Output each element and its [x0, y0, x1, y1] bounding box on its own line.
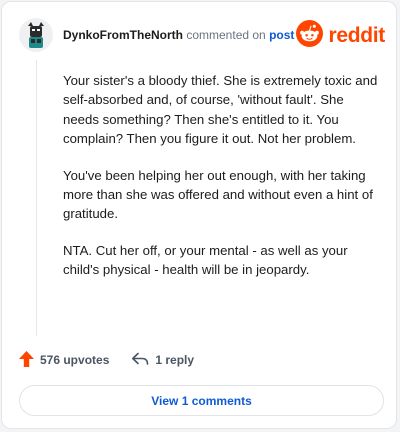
avatar[interactable]: [19, 18, 53, 52]
reply-count: 1 reply: [155, 353, 195, 367]
comment-paragraph: You've been helping her out enough, with…: [63, 167, 373, 222]
post-link[interactable]: post: [269, 28, 294, 42]
comment-card: DynkoFromTheNorth commented on post redd…: [1, 1, 397, 429]
username-link[interactable]: DynkoFromTheNorth: [63, 28, 183, 42]
comment-actions: 576 upvotes 1 reply: [19, 350, 194, 370]
thread-line: [36, 60, 37, 336]
upvote-count: 576 upvotes: [40, 353, 110, 367]
comment-header: DynkoFromTheNorth commented on post redd…: [19, 18, 385, 54]
comment-body: Your sister's a bloody thief. She is ext…: [63, 71, 379, 297]
view-comments-button[interactable]: View 1 comments: [19, 385, 384, 416]
comment-paragraph: NTA. Cut her off, or your mental - as we…: [63, 242, 348, 278]
action-text: commented on: [186, 28, 266, 42]
reply-button[interactable]: 1 reply: [131, 352, 194, 369]
upvote-arrow-icon: [19, 350, 34, 370]
comment-byline: DynkoFromTheNorth commented on post: [63, 28, 294, 42]
reply-arrow-icon: [131, 352, 149, 369]
reddit-wordmark: reddit: [328, 24, 385, 47]
upvote-button[interactable]: 576 upvotes: [19, 350, 110, 370]
reddit-snoo-icon: [296, 20, 324, 52]
comment-paragraph: Your sister's a bloody thief. She is ext…: [63, 73, 378, 147]
reddit-logo[interactable]: reddit: [296, 20, 385, 52]
